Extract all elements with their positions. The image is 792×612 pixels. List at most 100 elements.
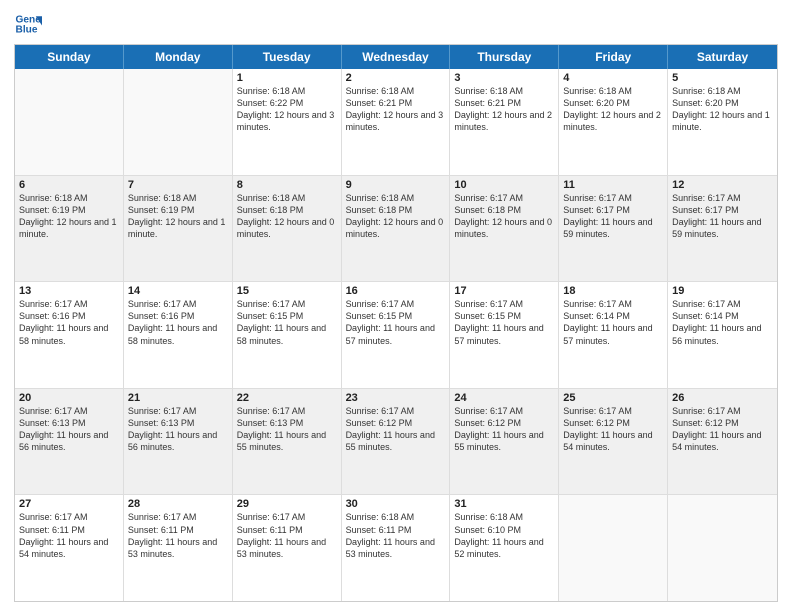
logo-icon: General Blue [14,10,42,38]
day-number: 31 [454,498,554,510]
logo: General Blue [14,10,46,38]
calendar-day-31: 31Sunrise: 6:18 AMSunset: 6:10 PMDayligh… [450,495,559,601]
day-info: Sunrise: 6:18 AMSunset: 6:22 PMDaylight:… [237,85,337,134]
calendar-day-13: 13Sunrise: 6:17 AMSunset: 6:16 PMDayligh… [15,282,124,388]
day-info: Sunrise: 6:18 AMSunset: 6:20 PMDaylight:… [672,85,773,134]
day-number: 16 [346,285,446,297]
calendar-day-11: 11Sunrise: 6:17 AMSunset: 6:17 PMDayligh… [559,176,668,282]
day-number: 29 [237,498,337,510]
header: General Blue [14,10,778,38]
day-number: 19 [672,285,773,297]
day-number: 2 [346,72,446,84]
day-info: Sunrise: 6:17 AMSunset: 6:11 PMDaylight:… [128,511,228,560]
calendar-day-22: 22Sunrise: 6:17 AMSunset: 6:13 PMDayligh… [233,389,342,495]
day-info: Sunrise: 6:17 AMSunset: 6:14 PMDaylight:… [672,298,773,347]
calendar-day-6: 6Sunrise: 6:18 AMSunset: 6:19 PMDaylight… [15,176,124,282]
day-number: 12 [672,179,773,191]
day-number: 27 [19,498,119,510]
day-number: 24 [454,392,554,404]
day-info: Sunrise: 6:17 AMSunset: 6:17 PMDaylight:… [672,192,773,241]
svg-text:Blue: Blue [16,25,38,36]
day-info: Sunrise: 6:18 AMSunset: 6:11 PMDaylight:… [346,511,446,560]
day-number: 25 [563,392,663,404]
day-number: 9 [346,179,446,191]
calendar-header-row: SundayMondayTuesdayWednesdayThursdayFrid… [15,45,777,69]
day-info: Sunrise: 6:17 AMSunset: 6:15 PMDaylight:… [346,298,446,347]
day-info: Sunrise: 6:18 AMSunset: 6:20 PMDaylight:… [563,85,663,134]
day-number: 18 [563,285,663,297]
header-day-saturday: Saturday [668,45,777,69]
day-info: Sunrise: 6:17 AMSunset: 6:16 PMDaylight:… [128,298,228,347]
day-info: Sunrise: 6:18 AMSunset: 6:19 PMDaylight:… [128,192,228,241]
day-info: Sunrise: 6:17 AMSunset: 6:12 PMDaylight:… [346,405,446,454]
calendar-day-18: 18Sunrise: 6:17 AMSunset: 6:14 PMDayligh… [559,282,668,388]
calendar-day-14: 14Sunrise: 6:17 AMSunset: 6:16 PMDayligh… [124,282,233,388]
calendar-day-24: 24Sunrise: 6:17 AMSunset: 6:12 PMDayligh… [450,389,559,495]
calendar-day-17: 17Sunrise: 6:17 AMSunset: 6:15 PMDayligh… [450,282,559,388]
calendar-day-3: 3Sunrise: 6:18 AMSunset: 6:21 PMDaylight… [450,69,559,175]
day-info: Sunrise: 6:17 AMSunset: 6:12 PMDaylight:… [563,405,663,454]
calendar-day-1: 1Sunrise: 6:18 AMSunset: 6:22 PMDaylight… [233,69,342,175]
header-day-thursday: Thursday [450,45,559,69]
header-day-wednesday: Wednesday [342,45,451,69]
day-number: 30 [346,498,446,510]
day-info: Sunrise: 6:17 AMSunset: 6:15 PMDaylight:… [237,298,337,347]
calendar-week-2: 13Sunrise: 6:17 AMSunset: 6:16 PMDayligh… [15,282,777,389]
day-number: 22 [237,392,337,404]
header-day-tuesday: Tuesday [233,45,342,69]
calendar-day-12: 12Sunrise: 6:17 AMSunset: 6:17 PMDayligh… [668,176,777,282]
day-info: Sunrise: 6:17 AMSunset: 6:14 PMDaylight:… [563,298,663,347]
calendar-day-empty [124,69,233,175]
header-day-sunday: Sunday [15,45,124,69]
calendar-day-2: 2Sunrise: 6:18 AMSunset: 6:21 PMDaylight… [342,69,451,175]
calendar-week-1: 6Sunrise: 6:18 AMSunset: 6:19 PMDaylight… [15,176,777,283]
calendar-day-29: 29Sunrise: 6:17 AMSunset: 6:11 PMDayligh… [233,495,342,601]
day-info: Sunrise: 6:18 AMSunset: 6:18 PMDaylight:… [237,192,337,241]
header-day-friday: Friday [559,45,668,69]
day-number: 20 [19,392,119,404]
day-info: Sunrise: 6:17 AMSunset: 6:11 PMDaylight:… [237,511,337,560]
calendar-day-25: 25Sunrise: 6:17 AMSunset: 6:12 PMDayligh… [559,389,668,495]
page: General Blue SundayMondayTuesdayWednesda… [0,0,792,612]
calendar-day-30: 30Sunrise: 6:18 AMSunset: 6:11 PMDayligh… [342,495,451,601]
calendar-day-empty [15,69,124,175]
calendar-day-19: 19Sunrise: 6:17 AMSunset: 6:14 PMDayligh… [668,282,777,388]
calendar-day-21: 21Sunrise: 6:17 AMSunset: 6:13 PMDayligh… [124,389,233,495]
day-info: Sunrise: 6:18 AMSunset: 6:21 PMDaylight:… [454,85,554,134]
calendar-day-16: 16Sunrise: 6:17 AMSunset: 6:15 PMDayligh… [342,282,451,388]
calendar-day-empty [668,495,777,601]
day-number: 11 [563,179,663,191]
day-info: Sunrise: 6:17 AMSunset: 6:12 PMDaylight:… [672,405,773,454]
day-info: Sunrise: 6:17 AMSunset: 6:11 PMDaylight:… [19,511,119,560]
calendar-day-5: 5Sunrise: 6:18 AMSunset: 6:20 PMDaylight… [668,69,777,175]
day-info: Sunrise: 6:18 AMSunset: 6:10 PMDaylight:… [454,511,554,560]
day-number: 28 [128,498,228,510]
day-number: 14 [128,285,228,297]
day-number: 15 [237,285,337,297]
day-info: Sunrise: 6:17 AMSunset: 6:13 PMDaylight:… [237,405,337,454]
calendar-day-26: 26Sunrise: 6:17 AMSunset: 6:12 PMDayligh… [668,389,777,495]
day-number: 10 [454,179,554,191]
calendar-day-15: 15Sunrise: 6:17 AMSunset: 6:15 PMDayligh… [233,282,342,388]
day-number: 13 [19,285,119,297]
day-info: Sunrise: 6:18 AMSunset: 6:19 PMDaylight:… [19,192,119,241]
day-info: Sunrise: 6:17 AMSunset: 6:12 PMDaylight:… [454,405,554,454]
day-info: Sunrise: 6:17 AMSunset: 6:15 PMDaylight:… [454,298,554,347]
calendar-week-0: 1Sunrise: 6:18 AMSunset: 6:22 PMDaylight… [15,69,777,176]
day-number: 5 [672,72,773,84]
day-info: Sunrise: 6:17 AMSunset: 6:16 PMDaylight:… [19,298,119,347]
day-number: 4 [563,72,663,84]
day-info: Sunrise: 6:17 AMSunset: 6:13 PMDaylight:… [128,405,228,454]
header-day-monday: Monday [124,45,233,69]
calendar-day-9: 9Sunrise: 6:18 AMSunset: 6:18 PMDaylight… [342,176,451,282]
day-number: 23 [346,392,446,404]
calendar-day-7: 7Sunrise: 6:18 AMSunset: 6:19 PMDaylight… [124,176,233,282]
day-info: Sunrise: 6:18 AMSunset: 6:18 PMDaylight:… [346,192,446,241]
day-info: Sunrise: 6:17 AMSunset: 6:17 PMDaylight:… [563,192,663,241]
day-number: 7 [128,179,228,191]
day-number: 6 [19,179,119,191]
day-number: 21 [128,392,228,404]
calendar-day-empty [559,495,668,601]
day-number: 17 [454,285,554,297]
calendar-week-4: 27Sunrise: 6:17 AMSunset: 6:11 PMDayligh… [15,495,777,601]
